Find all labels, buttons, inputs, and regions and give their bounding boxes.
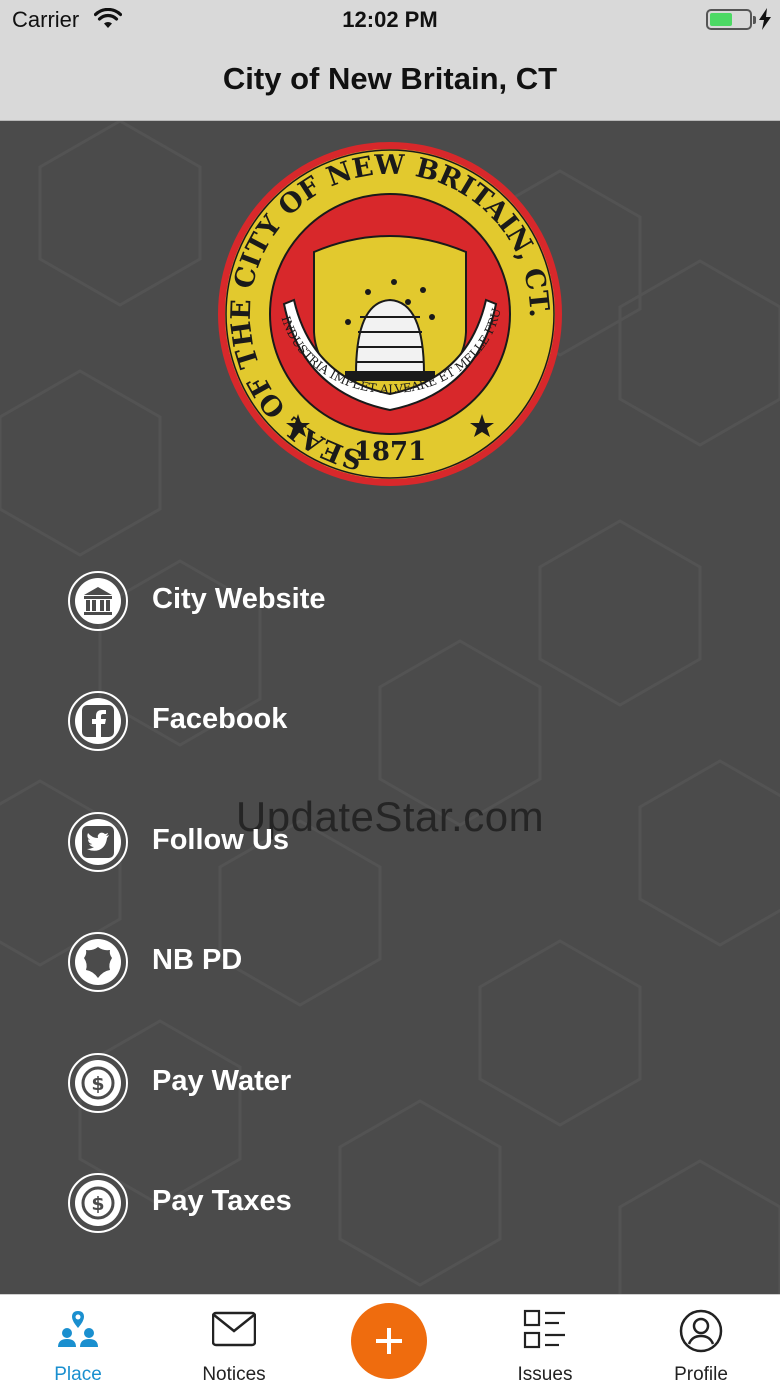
menu-item-nb-pd[interactable]: NB PD [68, 932, 668, 1002]
city-seal-logo: SEAL OF THE CITY OF NEW BRITAIN, CT. IND… [218, 142, 562, 486]
menu-item-label: Facebook [152, 703, 288, 735]
menu-item-city-website[interactable]: City Website [68, 571, 668, 641]
menu-item-label: Pay Taxes [152, 1185, 292, 1217]
profile-icon [679, 1309, 723, 1360]
envelope-icon [211, 1309, 257, 1360]
menu-item-label: City Website [152, 583, 326, 615]
menu-item-label: Pay Water [152, 1065, 292, 1097]
place-icon [56, 1309, 100, 1360]
add-button[interactable] [351, 1303, 427, 1379]
charging-bolt-icon [758, 8, 772, 35]
tab-bar: Place Notices Issues Profile [0, 1294, 780, 1387]
bank-icon [68, 571, 128, 631]
menu-item-follow-us[interactable]: Follow Us [68, 812, 668, 882]
menu-item-label: Follow Us [152, 824, 289, 856]
tab-label: Notices [202, 1364, 266, 1385]
menu-item-facebook[interactable]: Facebook [68, 691, 668, 761]
tab-notices[interactable]: Notices [174, 1295, 294, 1387]
tab-issues[interactable]: Issues [485, 1295, 605, 1387]
page-title: City of New Britain, CT [222, 61, 558, 96]
tab-profile[interactable]: Profile [641, 1295, 761, 1387]
main-content: SEAL OF THE CITY OF NEW BRITAIN, CT. IND… [0, 121, 780, 1294]
tab-place[interactable]: Place [18, 1295, 138, 1387]
battery-icon [706, 9, 756, 30]
status-bar: Carrier 12:02 PM [0, 0, 780, 40]
twitter-icon [68, 812, 128, 872]
police-badge-icon [68, 932, 128, 992]
menu-item-pay-water[interactable]: $ Pay Water [68, 1053, 668, 1123]
tab-label: Issues [517, 1364, 573, 1385]
dollar-icon: $ [68, 1053, 128, 1113]
tab-label: Place [54, 1364, 102, 1385]
dollar-icon: $ [68, 1173, 128, 1233]
svg-text:$: $ [91, 1073, 104, 1095]
menu-item-label: NB PD [152, 944, 243, 976]
svg-text:$: $ [91, 1193, 104, 1215]
navigation-bar: City of New Britain, CT [0, 40, 780, 121]
list-icon [523, 1309, 567, 1360]
tab-label: Profile [674, 1364, 728, 1385]
menu-item-pay-taxes[interactable]: $ Pay Taxes [68, 1173, 668, 1243]
status-time: 12:02 PM [342, 7, 438, 32]
plus-icon [376, 1328, 402, 1354]
seal-year: 1871 [354, 437, 426, 467]
facebook-icon [68, 691, 128, 751]
